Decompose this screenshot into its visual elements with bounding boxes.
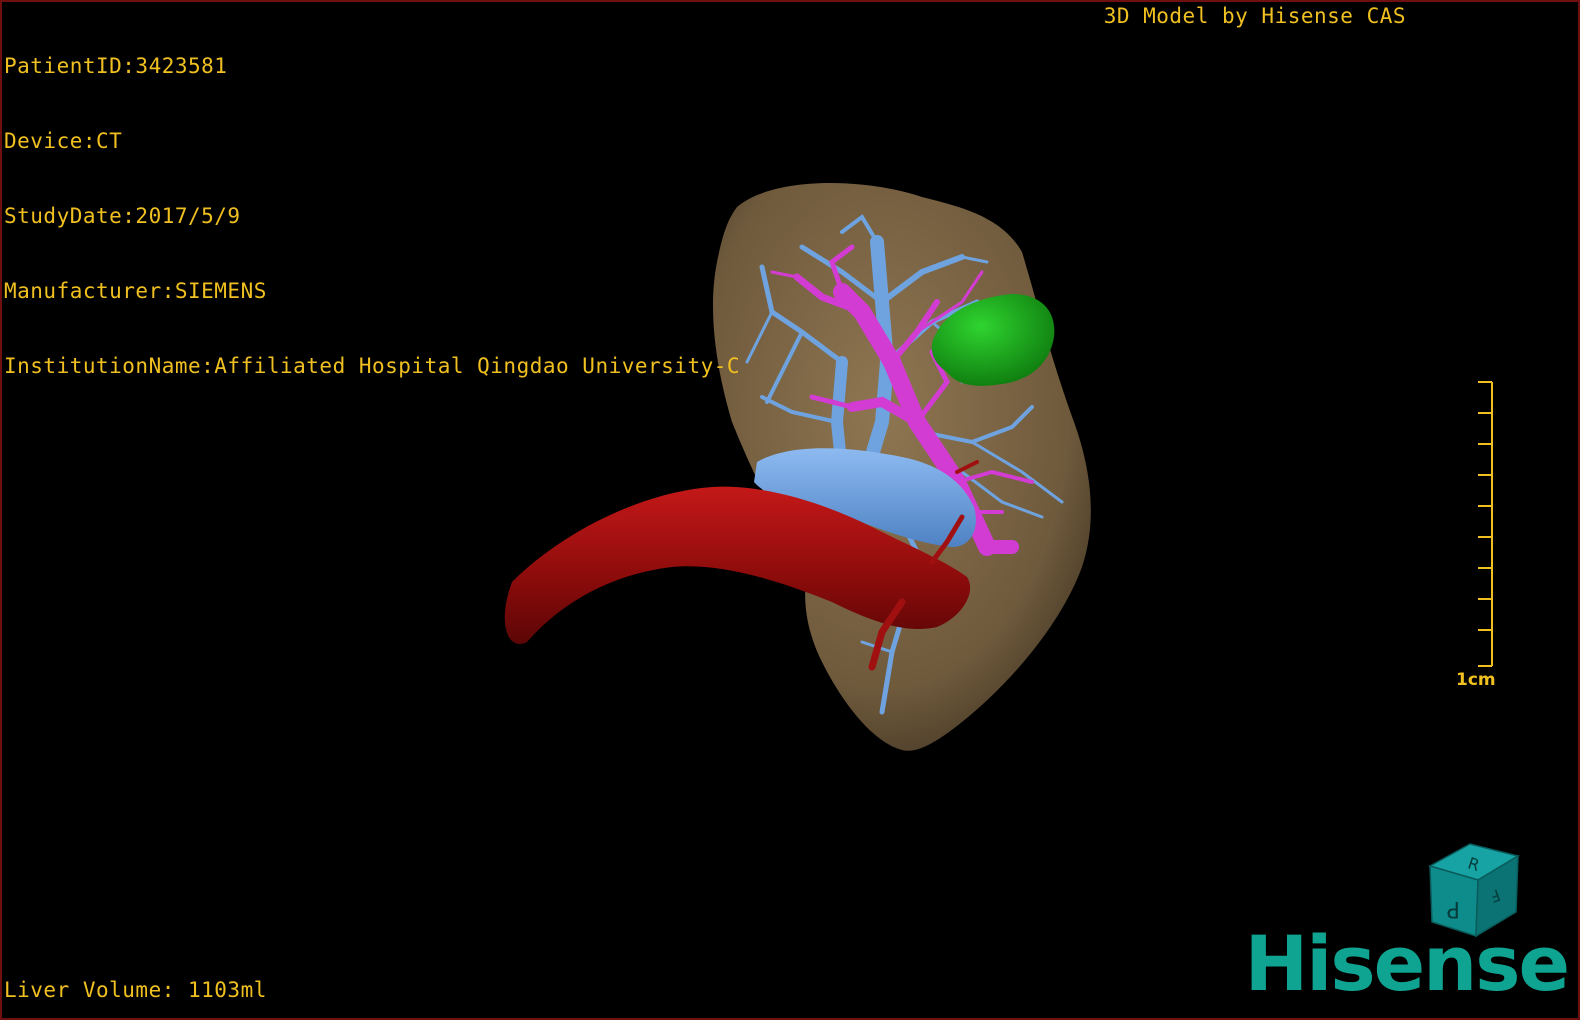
3d-viewport[interactable]: PatientID:3423581 Device:CT StudyDate:20… bbox=[0, 0, 1580, 1020]
patient-id-text: PatientID:3423581 bbox=[4, 54, 228, 78]
liver-volume-text: Liver Volume: 1103ml bbox=[4, 978, 267, 1002]
dicom-info-overlay: PatientID:3423581 Device:CT StudyDate:20… bbox=[4, 4, 740, 429]
scale-bar bbox=[1478, 381, 1493, 667]
institution-text: InstitutionName:Affiliated Hospital Qing… bbox=[4, 354, 741, 378]
cube-face-p: P bbox=[1447, 896, 1460, 921]
device-text: Device:CT bbox=[4, 129, 123, 153]
scale-label: 1cm bbox=[1456, 670, 1496, 690]
manufacturer-text: Manufacturer:SIEMENS bbox=[4, 279, 267, 303]
hisense-logo: Hisense bbox=[1244, 919, 1570, 1008]
model-credit-text: 3D Model by Hisense CAS bbox=[1103, 4, 1406, 28]
study-date-text: StudyDate:2017/5/9 bbox=[4, 204, 241, 228]
